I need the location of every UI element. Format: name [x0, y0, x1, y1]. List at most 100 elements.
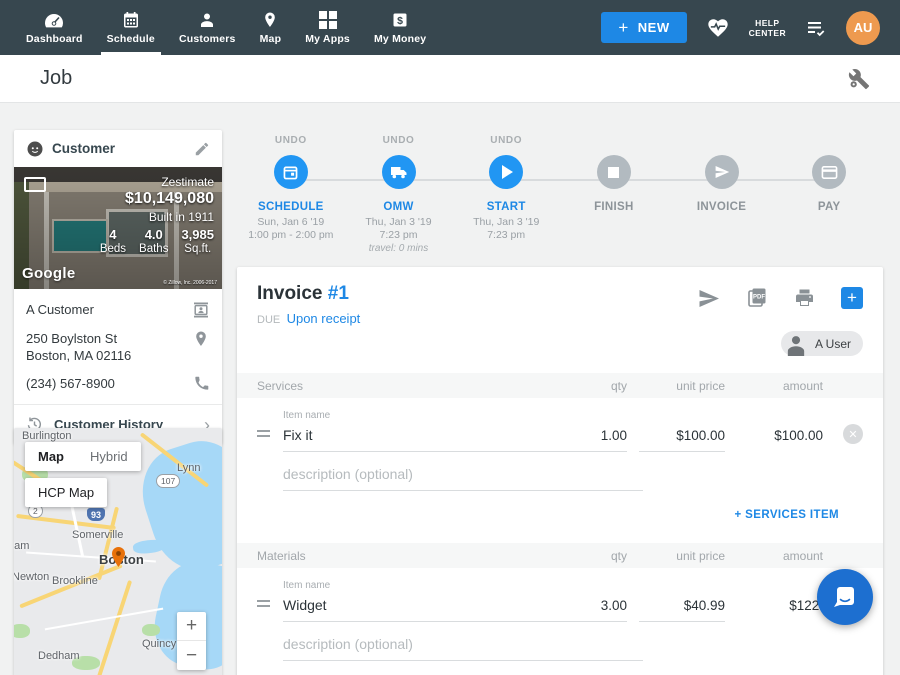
- services-unit-price-column: unit price: [639, 379, 725, 393]
- start-step-label: START: [487, 201, 526, 213]
- material-unit-price-field[interactable]: $40.99: [639, 598, 725, 622]
- chat-bubble-button[interactable]: [817, 569, 873, 625]
- nav-schedule[interactable]: Schedule: [95, 0, 167, 55]
- map-type-control: Map Hybrid: [25, 442, 141, 471]
- invoice-header: Invoice #1 DUE Upon receipt PDF +: [237, 267, 883, 373]
- undo-start-button[interactable]: UNDO: [490, 135, 522, 147]
- nav-dashboard[interactable]: Dashboard: [14, 0, 95, 55]
- material-name-value[interactable]: Widget: [283, 597, 557, 622]
- sqft-label: Sq.ft.: [181, 243, 214, 255]
- due-label: DUE: [257, 314, 280, 326]
- nav-map[interactable]: Map: [248, 0, 294, 55]
- omw-step-label: OMW: [383, 201, 413, 213]
- send-icon[interactable]: [698, 289, 720, 308]
- undo-schedule-button[interactable]: UNDO: [275, 135, 307, 147]
- start-step-icon[interactable]: [489, 155, 523, 189]
- nav-my-money[interactable]: $ My Money: [362, 0, 438, 55]
- topnav-right: + NEW HELP CENTER AU: [601, 0, 900, 55]
- edit-customer-icon[interactable]: [194, 141, 210, 157]
- omw-step-icon[interactable]: [382, 155, 416, 189]
- add-invoice-item-button[interactable]: +: [841, 287, 863, 309]
- services-header-label: Services: [257, 379, 557, 393]
- baths-value: 4.0: [139, 227, 168, 242]
- nav-dashboard-label: Dashboard: [26, 33, 83, 45]
- finish-step-icon[interactable]: [597, 155, 631, 189]
- finish-step-label: FINISH: [594, 201, 634, 213]
- job-timeline: UNDO SCHEDULE Sun, Jan 6 '19 1:00 pm - 2…: [237, 135, 883, 255]
- play-icon: [502, 165, 513, 179]
- property-photo[interactable]: Zestimate $10,149,080 Built in 1911 4 Be…: [14, 167, 222, 289]
- start-step-date: Thu, Jan 3 '19 7:23 pm: [473, 216, 539, 242]
- service-name-value[interactable]: Fix it: [283, 427, 557, 452]
- contact-card-icon[interactable]: [192, 301, 210, 319]
- stop-icon: [608, 167, 619, 178]
- timeline-step-schedule: UNDO SCHEDULE Sun, Jan 6 '19 1:00 pm - 2…: [237, 135, 345, 255]
- help-center-link[interactable]: HELP CENTER: [749, 18, 786, 38]
- customer-phone: (234) 567-8900: [26, 375, 115, 392]
- invoice-card: Invoice #1 DUE Upon receipt PDF +: [237, 267, 883, 675]
- service-name-field[interactable]: Item name Fix it: [283, 410, 557, 452]
- map-widget[interactable]: Burlington Lynn Somerville Boston ham Ne…: [14, 428, 222, 675]
- pdf-icon[interactable]: PDF: [746, 287, 768, 309]
- new-button[interactable]: + NEW: [601, 12, 686, 43]
- hcp-map-button[interactable]: HCP Map: [25, 478, 107, 507]
- dashboard-icon: [44, 10, 64, 29]
- customer-address: 250 Boylston St Boston, MA 02116: [26, 330, 131, 364]
- service-qty-field[interactable]: 1.00: [557, 428, 627, 452]
- assigned-user-chip[interactable]: A User: [781, 331, 863, 356]
- material-qty-field[interactable]: 3.00: [557, 598, 627, 622]
- timeline-step-omw: UNDO OMW Thu, Jan 3 '19 7:23 pm travel: …: [345, 135, 453, 255]
- service-description-field[interactable]: description (optional): [283, 466, 643, 491]
- phone-icon[interactable]: [193, 375, 210, 392]
- schedule-icon: [122, 10, 140, 29]
- services-qty-column: qty: [557, 379, 627, 393]
- map-label-waltham: ham: [14, 540, 29, 552]
- nav-schedule-label: Schedule: [107, 33, 155, 45]
- add-services-row: + SERVICES ITEM: [237, 491, 883, 523]
- nav-customers[interactable]: Customers: [167, 0, 248, 55]
- health-heart-icon[interactable]: [706, 17, 730, 39]
- photo-copyright: © Zillow, Inc. 2006-2017: [163, 280, 217, 286]
- timeline-step-pay: PAY: [775, 135, 883, 255]
- map-type-hybrid-button[interactable]: Hybrid: [77, 442, 141, 471]
- map-label-dedham: Dedham: [38, 650, 80, 662]
- drag-handle-icon[interactable]: [257, 600, 283, 622]
- print-icon[interactable]: [794, 288, 815, 308]
- customers-icon: [198, 10, 216, 29]
- due-value-link[interactable]: Upon receipt: [287, 311, 361, 326]
- map-label-somerville: Somerville: [72, 529, 123, 541]
- customer-name-row: A Customer: [26, 301, 210, 319]
- pay-step-icon[interactable]: [812, 155, 846, 189]
- sqft-stat: 3,985 Sq.ft.: [181, 227, 214, 255]
- zestimate-block: Zestimate $10,149,080 Built in 1911 4 Be…: [100, 175, 214, 255]
- map-pin-icon: [261, 10, 279, 29]
- invoice-due: DUE Upon receipt: [257, 311, 863, 326]
- nav-my-apps[interactable]: My Apps: [293, 0, 362, 55]
- sqft-value: 3,985: [181, 227, 214, 242]
- undo-omw-button[interactable]: UNDO: [383, 135, 415, 147]
- schedule-step-icon[interactable]: [274, 155, 308, 189]
- user-avatar[interactable]: AU: [846, 11, 880, 45]
- customer-card-title: Customer: [52, 141, 115, 156]
- map-zoom-control: + −: [177, 612, 206, 670]
- location-pin-icon[interactable]: [192, 330, 210, 348]
- drag-handle-icon[interactable]: [257, 430, 283, 452]
- map-zoom-out-button[interactable]: −: [177, 641, 206, 670]
- top-navigation: Dashboard Schedule Customers Map My Apps: [0, 0, 900, 55]
- material-description-field[interactable]: description (optional): [283, 636, 643, 661]
- invoice-number[interactable]: #1: [328, 283, 349, 304]
- map-zoom-in-button[interactable]: +: [177, 612, 206, 641]
- money-icon: $: [391, 10, 409, 29]
- start-date-line1: Thu, Jan 3 '19: [473, 216, 539, 228]
- task-list-icon[interactable]: [805, 19, 827, 37]
- material-name-field[interactable]: Item name Widget: [283, 580, 557, 622]
- add-services-item-link[interactable]: + SERVICES ITEM: [734, 509, 839, 521]
- materials-unit-price-column: unit price: [639, 549, 725, 563]
- delete-service-item-icon[interactable]: ✕: [843, 424, 863, 444]
- service-unit-price-field[interactable]: $100.00: [639, 428, 725, 452]
- map-label-quincy: Quincy: [142, 638, 176, 650]
- job-tools-icon[interactable]: [848, 68, 870, 90]
- map-type-map-button[interactable]: Map: [25, 442, 77, 471]
- invoice-step-icon[interactable]: [705, 155, 739, 189]
- omw-date-line1: Thu, Jan 3 '19: [365, 216, 431, 228]
